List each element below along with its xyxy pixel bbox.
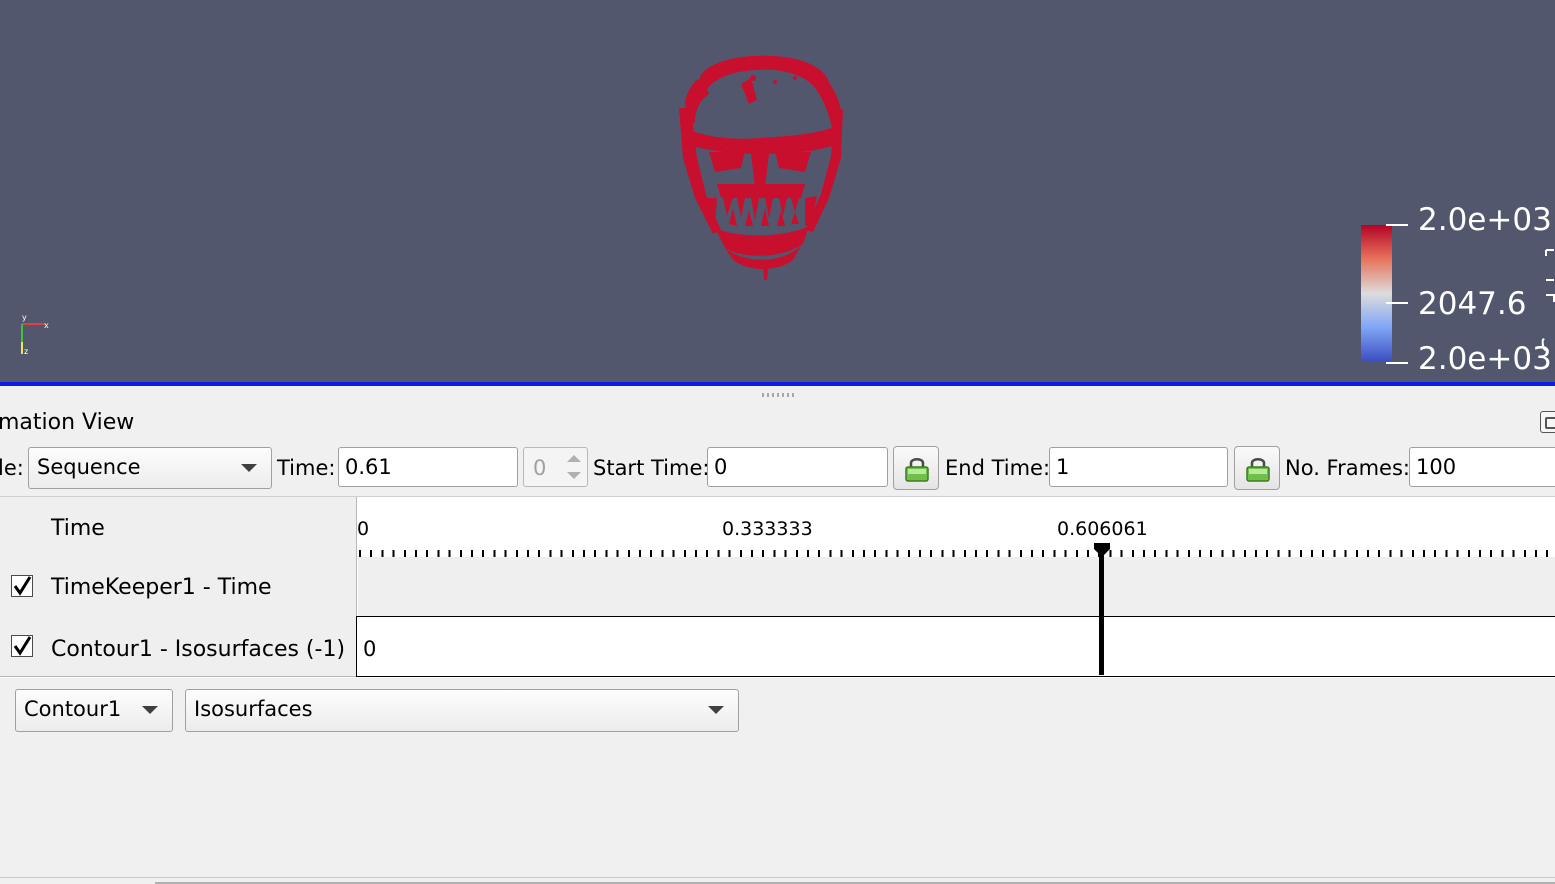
orientation-axes: y x z: [21, 313, 49, 356]
mode-value: Sequence: [37, 455, 141, 479]
track-source-value: Contour1: [24, 697, 122, 721]
lock-icon: [1246, 458, 1270, 482]
row-checkbox-cell: [0, 616, 46, 677]
frames-label: No. Frames:: [1285, 456, 1410, 480]
color-legend-min-label: 2.0e+03: [1418, 341, 1552, 377]
time-label: Time:: [277, 456, 336, 480]
timekeeper-checkbox[interactable]: [11, 575, 33, 597]
start-time-label: Start Time:: [593, 456, 710, 480]
track-row-header[interactable]: Contour1 - Isosurfaces (-1): [45, 616, 357, 677]
axis-y-label: y: [22, 313, 27, 322]
lock-end-time-button[interactable]: [1234, 446, 1280, 490]
chevron-down-icon: [708, 706, 724, 714]
corner-cell: [0, 497, 46, 557]
time-header-label: Time: [51, 516, 105, 541]
color-legend-mid-label: 2047.6: [1418, 286, 1527, 322]
time-step-spinbox[interactable]: 0: [523, 447, 588, 487]
isosurface-render: [679, 55, 843, 280]
render-view[interactable]: y x z 2.0e+03 2047.6 2.0e+03: [0, 0, 1555, 382]
ruler-start-label: 0: [357, 518, 370, 540]
spin-down-icon[interactable]: [567, 472, 581, 479]
track-property-combobox[interactable]: Isosurfaces: [185, 689, 739, 732]
chevron-down-icon: [142, 706, 158, 714]
checkmark-icon: [13, 576, 32, 596]
color-legend-tick-min: [1386, 362, 1408, 364]
mode-label: le:: [0, 456, 24, 480]
divider: [0, 877, 1555, 878]
contour-keyframe-value: 0: [363, 637, 377, 661]
color-legend-tick-max: [1386, 224, 1408, 226]
track-label-timekeeper: TimeKeeper1 - Time: [51, 575, 272, 600]
checkmark-icon: [13, 636, 32, 656]
track-property-value: Isosurfaces: [194, 697, 313, 721]
mode-combobox[interactable]: Sequence: [28, 447, 272, 489]
current-time-handle-icon[interactable]: [1092, 543, 1112, 557]
current-time-line[interactable]: [1099, 552, 1104, 675]
time-header-cell: Time: [45, 497, 357, 557]
axis-x-label: x: [44, 321, 49, 330]
color-legend-title-fragment: [1541, 249, 1555, 351]
frames-input[interactable]: 100: [1409, 447, 1555, 487]
contour-checkbox[interactable]: [11, 635, 33, 657]
end-time-label: End Time:: [945, 456, 1051, 480]
time-step-value: 0: [533, 456, 547, 480]
track-source-combobox[interactable]: Contour1: [15, 689, 173, 732]
lock-icon: [905, 458, 929, 482]
track-label-contour: Contour1 - Isosurfaces (-1): [51, 637, 346, 662]
contour-track[interactable]: 0: [356, 616, 1555, 677]
chevron-down-icon: [241, 464, 257, 472]
panel-title: mation View: [0, 410, 135, 435]
track-row-header[interactable]: TimeKeeper1 - Time: [45, 556, 357, 617]
time-input[interactable]: 0.61: [338, 447, 518, 487]
row-checkbox-cell: [0, 556, 46, 617]
timekeeper-track[interactable]: [358, 557, 1555, 616]
color-legend-max-label: 2.0e+03: [1418, 202, 1552, 238]
color-legend-tick-mid: [1386, 302, 1408, 304]
splitter-handle[interactable]: [762, 393, 796, 397]
ruler-mid-label: 0.333333: [722, 518, 813, 540]
start-time-input[interactable]: 0: [707, 447, 888, 487]
spin-up-icon[interactable]: [567, 455, 581, 462]
active-view-border: [0, 382, 1555, 386]
ruler-current-label: 0.606061: [1057, 518, 1148, 540]
axis-z-label: z: [24, 347, 28, 356]
undock-icon[interactable]: [1540, 411, 1555, 433]
end-time-input[interactable]: 1: [1049, 447, 1228, 487]
lock-start-time-button[interactable]: [893, 446, 939, 490]
color-legend-bar: [1361, 225, 1392, 362]
